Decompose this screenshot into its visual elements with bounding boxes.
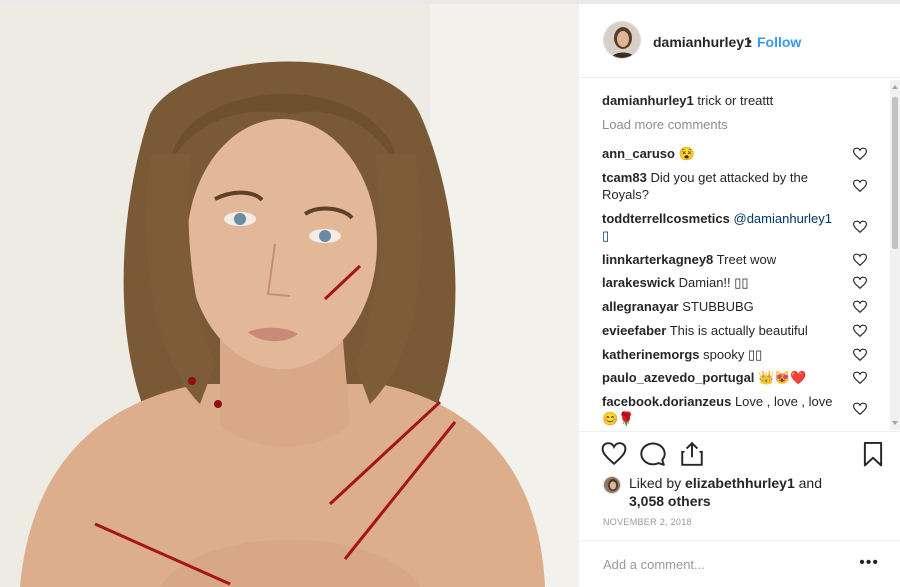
small-heart-icon[interactable]	[853, 179, 867, 193]
comment-item: tcam83 Did you get attacked by the Royal…	[602, 169, 842, 203]
comment-user[interactable]: ann_caruso	[602, 146, 675, 161]
comments-list[interactable]: damianhurley1 trick or treattt Load more…	[579, 80, 891, 428]
small-heart-icon[interactable]	[853, 276, 867, 290]
post-header: damianhurley1 • Follow	[579, 4, 900, 78]
post-side-panel: damianhurley1 • Follow damianhurley1 tri…	[578, 4, 900, 587]
comment-item: facebook.dorianzeus Love , love , love 😊…	[602, 393, 842, 427]
scroll-up-arrow-icon[interactable]	[892, 85, 898, 89]
scroll-down-arrow-icon[interactable]	[892, 421, 898, 425]
comment-user[interactable]: facebook.dorianzeus	[602, 394, 731, 409]
likes-text: Liked by elizabethhurley1 and 3,058 othe…	[629, 474, 859, 510]
caption-user[interactable]: damianhurley1	[602, 93, 694, 108]
comment-text: 😵	[678, 146, 695, 161]
small-heart-icon[interactable]	[853, 324, 867, 338]
comment-user[interactable]: paulo_azevedo_portugal	[602, 370, 754, 385]
comment-item: toddterrellcosmetics @damianhurley1 ▯	[602, 210, 842, 244]
comment-item: evieefaber This is actually beautiful	[602, 322, 842, 339]
post-actions	[579, 436, 900, 472]
liker-avatar[interactable]	[603, 476, 621, 494]
likes-user[interactable]: elizabethhurley1	[685, 475, 795, 491]
profile-avatar[interactable]	[603, 21, 641, 59]
comment-item: paulo_azevedo_portugal 👑😻❤️	[602, 369, 842, 386]
small-heart-icon[interactable]	[853, 371, 867, 385]
likes-summary: Liked by elizabethhurley1 and 3,058 othe…	[603, 474, 863, 510]
comments-scrollbar[interactable]	[890, 80, 900, 430]
small-heart-icon[interactable]	[853, 220, 867, 234]
actions-divider	[579, 431, 900, 432]
share-icon[interactable]	[679, 441, 705, 467]
comment-text: Treet wow	[716, 252, 777, 267]
comment-text: STUBBUBG	[682, 299, 754, 314]
comment-item: katherinemorgs spooky ▯▯	[602, 346, 842, 363]
heart-icon[interactable]	[601, 441, 627, 467]
comment-text: spooky ▯▯	[703, 347, 763, 362]
post-photo[interactable]	[0, 4, 578, 587]
comment-user[interactable]: allegranayar	[602, 299, 679, 314]
likes-prefix: Liked by	[629, 475, 682, 491]
likes-and: and	[798, 475, 822, 491]
small-heart-icon[interactable]	[853, 402, 867, 416]
comment-item: ann_caruso 😵	[602, 145, 842, 162]
small-heart-icon[interactable]	[853, 253, 867, 267]
header-separator: •	[747, 33, 752, 49]
comment-user[interactable]: toddterrellcosmetics	[602, 211, 730, 226]
add-comment-input[interactable]: Add a comment...	[603, 557, 705, 572]
post-date[interactable]: NOVEMBER 2, 2018	[603, 517, 692, 527]
comment-item: allegranayar STUBBUBG	[602, 298, 842, 315]
add-comment-bar: Add a comment... •••	[579, 540, 900, 587]
scroll-thumb[interactable]	[892, 97, 898, 249]
caption-text: trick or treattt	[697, 93, 774, 108]
comment-text: Damian!! ▯▯	[678, 275, 749, 290]
small-heart-icon[interactable]	[853, 147, 867, 161]
follow-button[interactable]: Follow	[757, 34, 801, 50]
comment-item: larakeswick Damian!! ▯▯	[602, 274, 842, 291]
small-heart-icon[interactable]	[853, 300, 867, 314]
load-more-comments[interactable]: Load more comments	[602, 117, 728, 132]
avatar-image	[604, 22, 640, 58]
post-username[interactable]: damianhurley1	[653, 34, 752, 50]
comment-user[interactable]: linnkarterkagney8	[602, 252, 713, 267]
post-photo-image	[0, 4, 578, 587]
comment-user[interactable]: larakeswick	[602, 275, 675, 290]
bookmark-icon[interactable]	[860, 441, 886, 467]
caption: damianhurley1 trick or treattt	[602, 92, 842, 109]
comment-user[interactable]: tcam83	[602, 170, 647, 185]
more-options-icon[interactable]: •••	[859, 554, 879, 572]
comment-user[interactable]: katherinemorgs	[602, 347, 700, 362]
comment-bubble-icon[interactable]	[640, 441, 666, 467]
likes-others[interactable]: 3,058 others	[629, 493, 711, 509]
comment-text: 👑😻❤️	[758, 370, 807, 385]
comment-user[interactable]: evieefaber	[602, 323, 666, 338]
comment-item: linnkarterkagney8 Treet wow	[602, 251, 842, 268]
liker-avatar-image	[604, 477, 620, 493]
comment-text: This is actually beautiful	[669, 323, 808, 338]
small-heart-icon[interactable]	[853, 348, 867, 362]
